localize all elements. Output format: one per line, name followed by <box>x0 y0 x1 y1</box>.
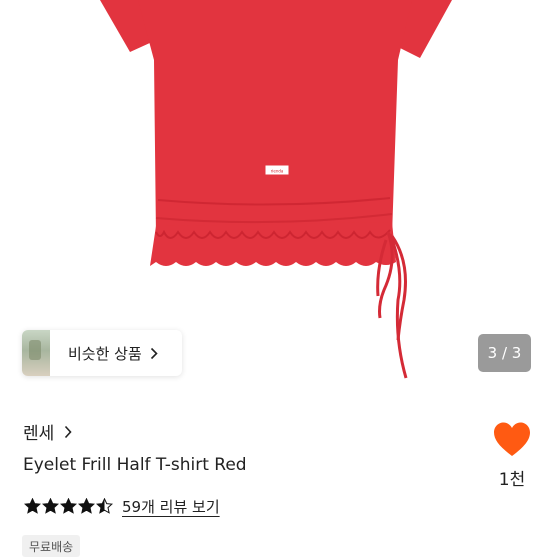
brand-name: 렌세 <box>23 424 55 444</box>
product-detail-screen: rienda 비슷한 상품 3 / 3 렌세 Eyelet Frill Half… <box>0 0 554 557</box>
star-full-icon <box>60 498 77 514</box>
similar-products-text: 비슷한 상품 <box>68 344 142 363</box>
star-full-icon <box>42 498 59 514</box>
star-rating <box>24 498 114 515</box>
chevron-right-icon <box>150 347 158 359</box>
free-shipping-text: 무료배송 <box>29 539 74 554</box>
star-full-icon <box>78 498 95 514</box>
similar-products-label: 비슷한 상품 <box>68 343 158 364</box>
brand-link[interactable]: 렌세 <box>23 419 72 444</box>
chevron-right-icon <box>65 425 72 438</box>
like-count: 1천 <box>498 470 526 490</box>
image-pager-text: 3 / 3 <box>487 344 522 362</box>
like-button[interactable] <box>492 421 532 459</box>
star-full-icon <box>24 498 41 514</box>
similar-product-thumbnail <box>22 330 50 376</box>
similar-products-button[interactable]: 비슷한 상품 <box>22 330 182 376</box>
heart-icon <box>494 422 530 456</box>
brand-tag-text: rienda <box>271 169 284 174</box>
image-pager-indicator: 3 / 3 <box>478 334 531 372</box>
star-half-icon <box>96 498 113 514</box>
review-link[interactable]: 59개 리뷰 보기 <box>122 496 220 517</box>
product-title: Eyelet Frill Half T-shirt Red <box>23 455 247 475</box>
rating-row: 59개 리뷰 보기 <box>24 496 220 517</box>
